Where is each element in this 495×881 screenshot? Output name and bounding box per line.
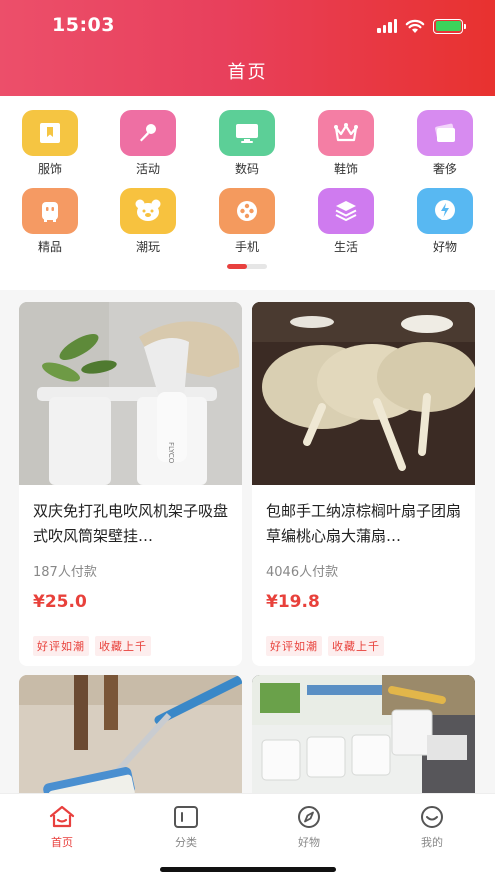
- header-bar: 15:03 首页: [0, 0, 495, 96]
- lightning-icon: [417, 188, 473, 234]
- category-item-luxury[interactable]: 奢侈: [410, 110, 480, 177]
- wifi-icon: [405, 19, 425, 33]
- product-title: 双庆免打孔电吹风机架子吸盘式吹风筒架壁挂…: [33, 502, 228, 545]
- layers-icon: [318, 188, 374, 234]
- tab-home[interactable]: 首页: [22, 804, 102, 850]
- smile-icon: [417, 804, 447, 830]
- product-image-hair-dryer-holder: FLYCO: [19, 302, 242, 485]
- product-tags: 好评如潮 收藏上千: [266, 636, 461, 656]
- category-label: 服饰: [37, 162, 62, 176]
- product-price: ¥19.8: [266, 592, 320, 612]
- category-section: 服饰 活动 数码 鞋饰 奢侈 精品 潮玩 手机 生活 好物: [0, 96, 495, 290]
- crown-icon: [318, 110, 374, 156]
- product-card[interactable]: 包邮手工纳凉棕榈叶扇子团扇草编桃心扇大蒲扇… 4046人付款 ¥19.8 好评如…: [252, 302, 475, 666]
- compass-icon: [294, 804, 324, 830]
- product-image-woven-palm-fan: [252, 302, 475, 485]
- category-label: 潮玩: [135, 240, 160, 254]
- page-title: 首页: [227, 62, 268, 83]
- category-item-trendy-toys[interactable]: 潮玩: [113, 188, 183, 255]
- microphone-icon: [120, 110, 176, 156]
- category-item-shoes[interactable]: 鞋饰: [311, 110, 381, 177]
- category-item-digital[interactable]: 数码: [212, 110, 282, 177]
- status-icons: [377, 18, 466, 34]
- category-item-clothing[interactable]: 服饰: [15, 110, 85, 177]
- page-indicator-active: [227, 264, 247, 269]
- tab-label: 好物: [298, 836, 320, 849]
- status-time: 15:03: [52, 14, 115, 36]
- tab-label: 首页: [51, 836, 73, 849]
- tab-label: 分类: [175, 836, 197, 849]
- battery-icon: [433, 18, 466, 34]
- page-indicator: [227, 264, 267, 269]
- app-screen: { "status_bar": { "time": "15:03" }, "he…: [0, 0, 495, 881]
- product-tag: 好评如潮: [266, 636, 322, 656]
- bear-icon: [120, 188, 176, 234]
- category-item-phones[interactable]: 手机: [212, 188, 282, 255]
- category-label: 精品: [37, 240, 62, 254]
- product-card[interactable]: FLYCO 双庆免打孔电吹风机架子吸盘式吹风筒架壁挂… 187人付款 ¥25.0…: [19, 302, 242, 666]
- robot-icon: [22, 188, 78, 234]
- category-item-boutique[interactable]: 精品: [15, 188, 85, 255]
- category-icon: [171, 804, 201, 830]
- home-icon: [47, 804, 77, 830]
- cellular-signal-icon: [377, 19, 397, 33]
- tab-profile[interactable]: 我的: [392, 804, 472, 850]
- tab-category[interactable]: 分类: [146, 804, 226, 850]
- home-indicator: [160, 867, 336, 872]
- category-label: 手机: [234, 240, 259, 254]
- category-label: 鞋饰: [333, 162, 358, 176]
- product-tag: 收藏上千: [95, 636, 151, 656]
- monitor-icon: [219, 110, 275, 156]
- product-sales: 187人付款: [33, 565, 97, 580]
- category-item-activity[interactable]: 活动: [113, 110, 183, 177]
- category-label: 奢侈: [432, 162, 457, 176]
- product-tags: 好评如潮 收藏上千: [33, 636, 228, 656]
- product-title: 包邮手工纳凉棕榈叶扇子团扇草编桃心扇大蒲扇…: [266, 502, 461, 545]
- category-label: 数码: [234, 162, 259, 176]
- cards-icon: [417, 110, 473, 156]
- film-reel-icon: [219, 188, 275, 234]
- category-item-life[interactable]: 生活: [311, 188, 381, 255]
- product-price: ¥25.0: [33, 592, 87, 612]
- svg-text:FLYCO: FLYCO: [167, 442, 175, 464]
- category-label: 活动: [135, 162, 160, 176]
- product-tag: 收藏上千: [328, 636, 384, 656]
- tab-goods[interactable]: 好物: [269, 804, 349, 850]
- category-label: 生活: [333, 240, 358, 254]
- tab-label: 我的: [421, 836, 443, 849]
- bookmark-icon: [22, 110, 78, 156]
- category-item-goods[interactable]: 好物: [410, 188, 480, 255]
- product-tag: 好评如潮: [33, 636, 89, 656]
- category-label: 好物: [432, 240, 457, 254]
- product-sales: 4046人付款: [266, 565, 339, 580]
